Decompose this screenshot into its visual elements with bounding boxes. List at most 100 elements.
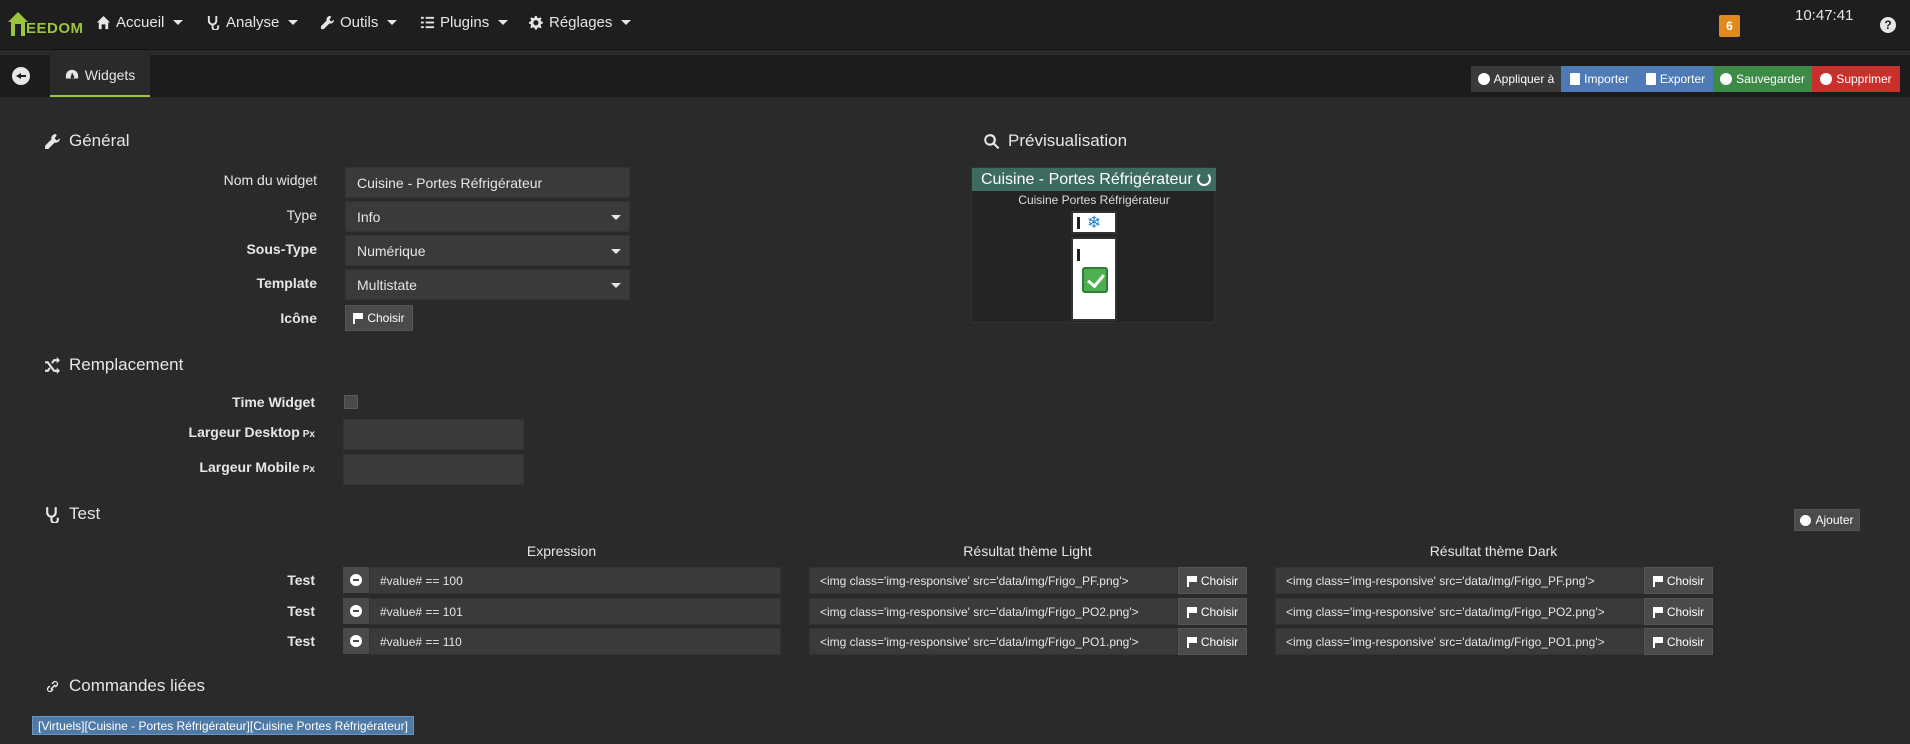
snowflake-icon: ❄ — [1087, 213, 1102, 232]
expression-input[interactable]: #value# == 110 — [369, 628, 781, 655]
wrench-icon — [320, 15, 335, 30]
expression-input[interactable]: #value# == 101 — [369, 598, 781, 625]
choose-dark-label: Choisir — [1666, 573, 1705, 588]
type-label: Type — [286, 207, 317, 223]
desktop-width-input[interactable] — [343, 419, 524, 450]
plus-circle-icon — [1477, 73, 1490, 85]
linked-commands-title-text: Commandes liées — [69, 676, 206, 695]
template-label: Template — [256, 275, 317, 291]
desktop-width-label: Largeur Desktop Px — [160, 424, 315, 440]
choose-light-label: Choisir — [1200, 573, 1239, 588]
test-row-label: Test — [287, 603, 315, 619]
import-button[interactable]: Importer — [1561, 66, 1638, 92]
add-test-button[interactable]: Ajouter — [1794, 509, 1860, 531]
fridge-freezer-door: ❄ — [1071, 211, 1117, 234]
template-select[interactable]: Multistate — [345, 269, 630, 300]
expression-input[interactable]: #value# == 100 — [369, 567, 781, 594]
minus-circle-icon — [1820, 73, 1833, 85]
delete-button[interactable]: Supprimer — [1812, 66, 1900, 92]
choose-light-button[interactable]: Choisir — [1178, 567, 1247, 594]
notification-badge[interactable]: 6 — [1719, 15, 1740, 37]
file-import-icon — [1570, 73, 1581, 85]
nav-reglages[interactable]: Réglages — [529, 14, 632, 31]
test-row-label: Test — [287, 572, 315, 588]
desktop-width-label-text: Largeur Desktop — [188, 424, 300, 440]
preview-header: Cuisine - Portes Réfrigérateur — [972, 168, 1216, 191]
help-icon[interactable]: ? — [1880, 17, 1896, 33]
subtype-label: Sous-Type — [246, 241, 317, 257]
test-title-text: Test — [69, 504, 101, 523]
icon-label: Icône — [280, 310, 317, 326]
file-export-icon — [1645, 73, 1656, 85]
shuffle-icon — [45, 356, 60, 374]
mobile-width-input[interactable] — [343, 454, 524, 485]
flag-icon — [353, 313, 364, 324]
mobile-width-label: Largeur Mobile Px — [160, 459, 315, 475]
export-button[interactable]: Exporter — [1638, 66, 1713, 92]
nav-plugins-label: Plugins — [440, 14, 490, 31]
remove-test-button[interactable] — [343, 628, 369, 654]
add-test-label: Ajouter — [1815, 513, 1854, 527]
nav-reglages-label: Réglages — [549, 14, 613, 31]
plus-circle-icon — [1800, 514, 1812, 526]
widget-name-input[interactable]: Cuisine - Portes Réfrigérateur — [345, 167, 630, 198]
flag-icon — [1186, 575, 1197, 587]
refresh-icon[interactable] — [1197, 172, 1211, 186]
save-button[interactable]: Sauvegarder — [1713, 66, 1812, 92]
apply-button-label: Appliquer à — [1493, 72, 1555, 86]
stethoscope-icon — [207, 15, 220, 30]
nav-plugins[interactable]: Plugins — [420, 14, 509, 31]
time-widget-label: Time Widget — [232, 394, 315, 410]
chevron-down-icon — [288, 20, 299, 25]
dark-result-input[interactable]: <img class='img-responsive' src='data/im… — [1275, 628, 1644, 655]
gear-icon — [529, 15, 543, 30]
fridge-handle — [1077, 249, 1080, 261]
export-button-label: Exporter — [1659, 72, 1706, 86]
light-result-input[interactable]: <img class='img-responsive' src='data/im… — [809, 567, 1178, 594]
choose-icon-button[interactable]: Choisir — [345, 305, 413, 331]
dark-result-input[interactable]: <img class='img-responsive' src='data/im… — [1275, 598, 1644, 625]
top-navbar: EEDOM Accueil Analyse Outils Plugins Rég… — [0, 0, 1910, 50]
choose-dark-button[interactable]: Choisir — [1644, 628, 1713, 655]
nav-outils[interactable]: Outils — [320, 14, 398, 31]
subtype-select[interactable]: Numérique — [345, 235, 630, 266]
nav-analyse-label: Analyse — [226, 14, 280, 31]
chevron-down-icon — [387, 20, 398, 25]
dark-result-input[interactable]: <img class='img-responsive' src='data/im… — [1275, 567, 1644, 594]
minus-circle-icon — [350, 605, 362, 617]
linked-command-tag[interactable]: [Virtuels][Cuisine - Portes Réfrigérateu… — [32, 716, 414, 735]
fridge-handle — [1077, 217, 1080, 229]
search-icon — [984, 133, 1000, 149]
tab-widgets[interactable]: Widgets — [50, 55, 150, 97]
test-row-label: Test — [287, 633, 315, 649]
choose-light-button[interactable]: Choisir — [1178, 628, 1247, 655]
nav-analyse[interactable]: Analyse — [206, 14, 299, 31]
light-result-input[interactable]: <img class='img-responsive' src='data/im… — [809, 598, 1178, 625]
save-button-label: Sauvegarder — [1736, 72, 1805, 86]
chevron-down-icon — [498, 20, 509, 25]
chevron-down-icon — [621, 20, 632, 25]
flag-icon — [1652, 636, 1663, 648]
logo-text: EEDOM — [26, 20, 84, 37]
jeedom-logo[interactable]: EEDOM — [6, 8, 83, 42]
type-select[interactable]: Info — [345, 201, 630, 232]
light-column-header: Résultat thème Light — [963, 543, 1092, 559]
apply-button[interactable]: Appliquer à — [1471, 66, 1561, 92]
general-section-title: Général — [44, 131, 129, 151]
choose-dark-button[interactable]: Choisir — [1644, 567, 1713, 594]
nav-accueil[interactable]: Accueil — [96, 14, 184, 31]
time-widget-checkbox[interactable] — [344, 395, 358, 409]
widget-preview: Cuisine - Portes Réfrigérateur Cuisine P… — [971, 167, 1216, 323]
light-result-input[interactable]: <img class='img-responsive' src='data/im… — [809, 628, 1178, 655]
choose-dark-button[interactable]: Choisir — [1644, 598, 1713, 625]
back-arrow-icon[interactable] — [12, 67, 30, 85]
choose-dark-label: Choisir — [1666, 604, 1705, 619]
choose-dark-label: Choisir — [1666, 634, 1705, 649]
test-section-title: Test — [44, 504, 100, 524]
widget-name-label: Nom du widget — [223, 172, 317, 188]
general-title-text: Général — [69, 131, 130, 150]
remove-test-button[interactable] — [343, 567, 369, 593]
choose-light-button[interactable]: Choisir — [1178, 598, 1247, 625]
linked-commands-section-title: Commandes liées — [44, 676, 205, 696]
remove-test-button[interactable] — [343, 598, 369, 624]
